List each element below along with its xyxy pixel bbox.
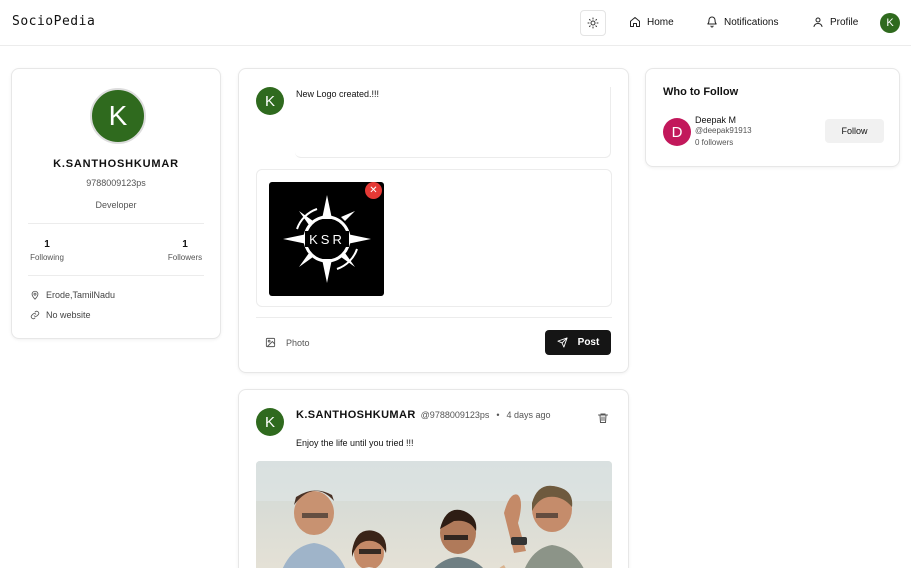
profile-location-text: Erode,TamilNadu [46, 290, 116, 300]
app-logo[interactable]: SocioPedia [12, 14, 95, 29]
post-author-name[interactable]: K.SANTHOSHKUMAR [296, 409, 416, 421]
profile-website-text: No website [46, 310, 91, 320]
composer-divider [256, 317, 612, 318]
ksr-logo-text: KSR [309, 232, 345, 247]
link-icon [30, 310, 40, 320]
followers-count: 1 [182, 239, 188, 250]
profile-website: No website [30, 310, 91, 320]
profile-name: K.SANTHOSHKUMAR [53, 158, 179, 170]
post-author-avatar[interactable]: K [256, 408, 284, 436]
trash-icon[interactable] [597, 412, 609, 424]
profile-location: Erode,TamilNadu [30, 290, 115, 300]
nav-profile[interactable]: Profile [812, 16, 858, 28]
post-author-handle: @9788009123ps [420, 410, 490, 420]
profile-divider-2 [28, 275, 204, 276]
add-photo-label: Photo [286, 337, 310, 348]
suggestion-handle: @deepak91913 [695, 126, 752, 135]
user-icon [813, 17, 823, 27]
bell-icon [707, 16, 717, 28]
post-content-text: Enjoy the life until you tried !!! [296, 438, 414, 448]
post-button-label: Post [577, 337, 600, 348]
remove-image-button[interactable]: ✕ [365, 182, 382, 199]
nav-profile-label: Profile [830, 16, 859, 28]
nav-notifications-label: Notifications [724, 16, 779, 28]
post-composer: K New Logo created.!!! KSR ✕ Photo Post [238, 68, 629, 373]
followers-stat[interactable]: 1 Followers [155, 239, 215, 262]
suggestion-followers: 0 followers [695, 138, 734, 147]
post-separator: • [496, 410, 500, 420]
suggestion-avatar[interactable]: D [663, 118, 691, 146]
post-card: K K.SANTHOSHKUMAR @9788009123ps • 4 days… [238, 389, 629, 568]
sun-icon [587, 17, 599, 29]
top-navbar: SocioPedia Home Notifications Profile K [0, 0, 911, 46]
ksr-logo-image: KSR [282, 195, 371, 283]
profile-handle: 9788009123ps [86, 178, 146, 188]
send-icon [557, 337, 568, 348]
nav-notifications[interactable]: Notifications [706, 16, 778, 28]
following-label: Following [30, 253, 64, 262]
post-header: K.SANTHOSHKUMAR @9788009123ps • 4 days a… [296, 409, 551, 421]
follow-button[interactable]: Follow [825, 119, 884, 143]
nav-home[interactable]: Home [629, 16, 674, 28]
profile-avatar: K [90, 88, 146, 144]
profile-divider [28, 223, 204, 224]
home-icon [630, 17, 640, 27]
image-preview: KSR [269, 182, 384, 296]
suggestion-name[interactable]: Deepak M [695, 115, 736, 125]
composer-avatar: K [256, 87, 284, 115]
post-button[interactable]: Post [545, 330, 611, 355]
nav-home-label: Home [647, 16, 674, 28]
header-avatar[interactable]: K [880, 13, 900, 33]
image-icon [265, 337, 276, 348]
following-stat[interactable]: 1 Following [17, 239, 77, 262]
profile-card: K K.SANTHOSHKUMAR 9788009123ps Developer… [11, 68, 221, 339]
following-count: 1 [44, 239, 50, 250]
who-to-follow-card: Who to Follow D Deepak M @deepak91913 0 … [645, 68, 900, 167]
add-photo-button[interactable]: Photo [265, 337, 310, 348]
post-timestamp: 4 days ago [506, 410, 551, 420]
image-preview-box: KSR ✕ [256, 169, 612, 307]
map-pin-icon [31, 290, 39, 300]
who-to-follow-title: Who to Follow [663, 86, 739, 98]
followers-label: Followers [167, 253, 203, 262]
theme-toggle-button[interactable] [580, 10, 606, 36]
profile-role: Developer [95, 200, 137, 210]
friends-photo [256, 461, 612, 568]
composer-textarea[interactable]: New Logo created.!!! [295, 87, 611, 158]
post-image[interactable] [256, 461, 612, 568]
